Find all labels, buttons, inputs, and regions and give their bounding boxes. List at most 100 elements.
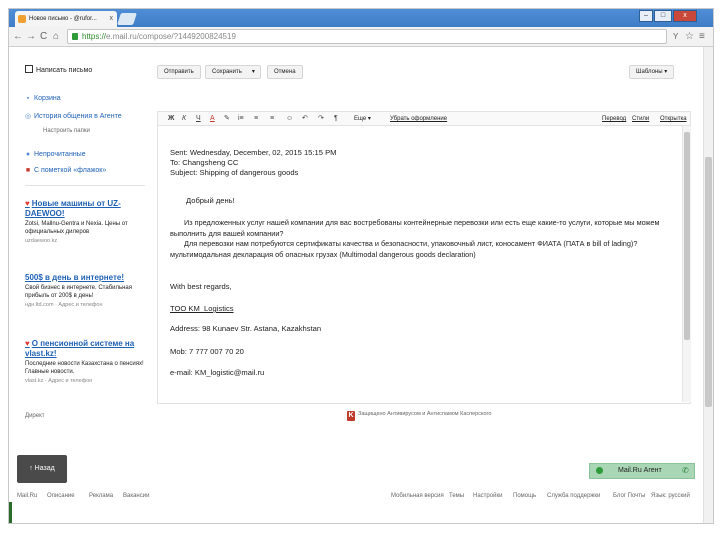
unread-icon: ● xyxy=(25,151,31,158)
footer-link[interactable]: Блог Почты xyxy=(613,493,645,499)
bookmark-star-icon[interactable]: ☆ xyxy=(685,30,694,44)
bin-icon: ▪ xyxy=(26,95,30,102)
postcard-link[interactable]: Открытка xyxy=(660,114,687,124)
undo-icon[interactable]: ↶ xyxy=(302,114,308,124)
chrome-menu-icon[interactable]: ≡ xyxy=(699,30,705,44)
text-color-icon[interactable]: A xyxy=(210,114,215,124)
back-icon[interactable]: ← xyxy=(13,30,23,44)
footer-link[interactable]: Служба поддержки xyxy=(547,493,600,499)
heart-icon: ♥ xyxy=(25,339,30,348)
ad-text: Zotsi, Mallnu-Gentra и Nexia. Цены от оф… xyxy=(25,221,128,235)
editor-scrollbar-thumb[interactable] xyxy=(684,132,690,340)
ad-block[interactable]: ♥ О пенсионной системе на vlast.kz! После… xyxy=(25,339,149,385)
folder-label: История общения в Агенте xyxy=(34,113,122,120)
heart-icon: ♥ xyxy=(25,199,30,208)
paragraph-icon[interactable]: ¶ xyxy=(334,114,338,124)
folder-agent-history[interactable]: ◎ История общения в Агенте xyxy=(25,112,122,120)
browser-tab[interactable]: Новое письмо - @rufor... x xyxy=(15,11,117,27)
footer-link[interactable]: Помощь xyxy=(513,493,536,499)
redo-icon[interactable]: ↷ xyxy=(318,114,324,124)
ad-block[interactable]: 500$ в день в интернете! Свой бизнес в и… xyxy=(25,273,149,309)
message-editor[interactable]: Sent: Wednesday, December, 02, 2015 15:1… xyxy=(157,126,691,404)
flag-icon: ■ xyxy=(25,167,31,174)
footer-link[interactable]: Вакансии xyxy=(123,493,149,499)
pencil-icon xyxy=(25,65,33,73)
antivirus-text: Защищено Антивирусом и Антиспамом Каспер… xyxy=(358,411,492,417)
kaspersky-shield-icon: K xyxy=(347,411,355,421)
ad-source: uzdaewoo.kz xyxy=(25,238,58,244)
footer-link[interactable]: Mail.Ru xyxy=(17,493,37,499)
tab-close-icon[interactable]: x xyxy=(110,11,114,27)
ad-title[interactable]: ♥ Новые машины от UZ-DAEWOO! xyxy=(25,199,149,219)
page-scrollbar[interactable] xyxy=(703,47,713,523)
mail-agent-bar[interactable]: Mail.Ru Агент ✆ xyxy=(589,463,695,479)
translate-link[interactable]: Перевод xyxy=(602,114,626,124)
footer-link[interactable]: Мобильная версия xyxy=(391,493,444,499)
highlight-icon[interactable]: ✎ xyxy=(224,114,230,124)
align-icon[interactable]: i≡ xyxy=(238,114,244,124)
folder-unread[interactable]: ● Непрочитанные xyxy=(25,151,86,158)
underline-icon[interactable]: Ч xyxy=(196,114,201,124)
browser-titlebar: Новое письмо - @rufor... x – □ x xyxy=(9,9,713,27)
agent-status-icon xyxy=(596,467,603,474)
italic-icon[interactable]: К xyxy=(182,114,186,124)
folder-trash[interactable]: ▪ Корзина xyxy=(25,95,61,102)
quoted-sent: Sent: Wednesday, December, 02, 2015 15:1… xyxy=(170,148,337,157)
signature-address: Address: 98 Kunaev Str. Astana, Kazakhst… xyxy=(170,324,322,333)
folder-flagged[interactable]: ■ С пометкой «флажок» xyxy=(25,167,106,174)
extension-icon[interactable]: Y xyxy=(673,30,678,44)
footer-link[interactable]: Описание xyxy=(47,493,75,499)
editor-scrollbar[interactable] xyxy=(682,126,691,402)
bold-icon[interactable]: Ж xyxy=(168,114,174,124)
templates-button[interactable]: Шаблоны ▾ xyxy=(629,65,675,79)
numbered-list-icon[interactable]: ≡ xyxy=(270,114,274,124)
ad-direct-link[interactable]: Директ xyxy=(25,413,45,419)
folder-label: Корзина xyxy=(34,95,61,102)
signature-email: e-mail: KM_logistic@mail.ru xyxy=(170,368,265,377)
footer-link[interactable]: Темы xyxy=(449,493,464,499)
reload-icon[interactable]: C xyxy=(40,30,47,44)
signature-company: TOO KM_Logistics xyxy=(170,304,234,313)
folder-label: Непрочитанные xyxy=(34,151,86,158)
save-button[interactable]: Сохранить ▾ xyxy=(205,65,261,79)
address-bar[interactable]: https://e.mail.ru/compose/?1449200824519 xyxy=(67,29,667,44)
minimize-icon[interactable]: – xyxy=(639,10,653,22)
compose-button[interactable]: Написать письмо xyxy=(25,65,92,74)
phone-icon[interactable]: ✆ xyxy=(682,464,689,478)
close-window-icon[interactable]: x xyxy=(673,10,697,22)
compose-label: Написать письмо xyxy=(36,67,93,74)
cancel-button[interactable]: Отмена xyxy=(267,65,303,79)
scroll-to-top-button[interactable]: ↑ Назад xyxy=(17,455,67,483)
sidebar-divider xyxy=(25,185,145,186)
maximize-icon[interactable]: □ xyxy=(654,10,672,22)
remove-format-link[interactable]: Убрать оформление xyxy=(390,114,447,124)
mail-page: Написать письмо ▪ Корзина ◎ История общени… xyxy=(9,47,713,523)
home-icon[interactable]: ⌂ xyxy=(53,30,59,44)
signature-mobile: Mob: 7 777 007 70 20 xyxy=(170,347,244,356)
bullet-list-icon[interactable]: ≡ xyxy=(254,114,258,124)
footer-link[interactable]: Язык: русский xyxy=(651,493,690,499)
more-dropdown[interactable]: Еще ▾ xyxy=(354,114,371,124)
greeting: Добрый день! xyxy=(186,196,235,205)
footer-link[interactable]: Настройки xyxy=(473,493,502,499)
antivirus-notice: K Защищено Антивирусом и Антиспамом Каспе… xyxy=(347,411,491,421)
left-edge-strip xyxy=(9,502,12,523)
ad-title-text: О пенсионной системе на vlast.kz! xyxy=(25,339,135,358)
save-label: Сохранить xyxy=(212,69,242,75)
ad-text: Последние новости Казахстана о пенсиях! … xyxy=(25,361,144,375)
ad-block[interactable]: ♥ Новые машины от UZ-DAEWOO! Zotsi, Malln… xyxy=(25,199,149,245)
emoji-icon[interactable]: ☺ xyxy=(286,114,293,124)
ad-title[interactable]: 500$ в день в интернете! xyxy=(25,273,149,283)
page-scrollbar-thumb[interactable] xyxy=(705,157,712,407)
new-tab-button[interactable] xyxy=(117,13,137,25)
agent-label: Mail.Ru Агент xyxy=(618,467,662,474)
configure-folders-link[interactable]: Настроить папки xyxy=(43,128,90,134)
ad-title[interactable]: ♥ О пенсионной системе на vlast.kz! xyxy=(25,339,149,359)
styles-link[interactable]: Стили xyxy=(632,114,649,124)
footer-link[interactable]: Реклама xyxy=(89,493,113,499)
ad-source: ндн.ltd.com · Адрес и телефон xyxy=(25,302,103,308)
chevron-down-icon[interactable]: ▾ xyxy=(252,66,255,78)
forward-icon[interactable]: → xyxy=(26,30,36,44)
ad-title-text: Новые машины от UZ-DAEWOO! xyxy=(25,199,121,218)
send-button[interactable]: Отправить xyxy=(157,65,201,79)
